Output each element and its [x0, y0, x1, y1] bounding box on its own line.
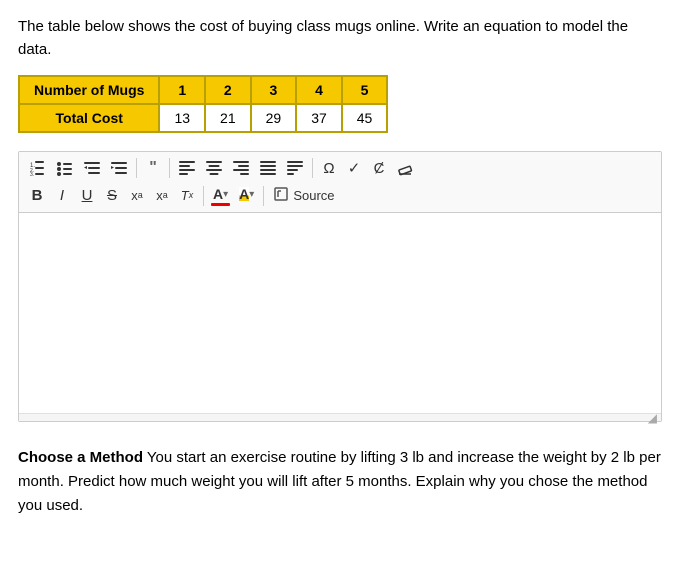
strikethrough-button[interactable]: S [100, 184, 124, 208]
underline-button[interactable]: U [75, 184, 99, 208]
align-right-button[interactable] [228, 156, 254, 180]
align-left-button[interactable] [174, 156, 200, 180]
sep-5 [263, 186, 264, 206]
source-icon [273, 186, 289, 205]
background-color-button[interactable]: A ▾ [234, 184, 259, 208]
justify-button[interactable] [255, 156, 281, 180]
data-table: Number of Mugs 1 2 3 4 5 Total Cost 13 2… [18, 75, 388, 133]
editor-content-area[interactable] [19, 213, 661, 413]
checkmark-button[interactable]: ✓ [342, 156, 366, 180]
editor-resize-handle[interactable]: ◢ [19, 413, 661, 421]
col-val-4: 4 [296, 76, 342, 104]
col-val-3: 3 [251, 76, 297, 104]
cost-val-5: 45 [342, 104, 388, 132]
cost-val-3: 29 [251, 104, 297, 132]
toolbar: 1. 2. 3. [19, 152, 661, 213]
align-extra-button[interactable] [282, 156, 308, 180]
rich-text-editor: 1. 2. 3. [18, 151, 662, 422]
eraser-button[interactable] [392, 156, 418, 180]
remove-format-button[interactable]: Tx [175, 184, 199, 208]
cost-val-1: 13 [159, 104, 205, 132]
bottom-label: Choose a Method [18, 449, 143, 466]
col-header-mugs: Number of Mugs [19, 76, 159, 104]
sep-4 [203, 186, 204, 206]
sep-3 [312, 158, 313, 178]
special-char-button[interactable]: Ω [317, 156, 341, 180]
indent-increase-button[interactable] [106, 156, 132, 180]
source-button[interactable]: Source [268, 183, 339, 208]
source-label: Source [293, 188, 334, 203]
unordered-list-button[interactable] [52, 156, 78, 180]
toolbar-row-1: 1. 2. 3. [25, 156, 655, 180]
align-center-button[interactable] [201, 156, 227, 180]
copyright-button[interactable]: Ȼ [367, 156, 391, 180]
bottom-paragraph: Choose a Method You start an exercise ro… [18, 446, 662, 518]
subscript-button[interactable]: xa [125, 184, 149, 208]
sep-2 [169, 158, 170, 178]
cost-val-4: 37 [296, 104, 342, 132]
superscript-button[interactable]: xa [150, 184, 174, 208]
blockquote-button[interactable]: " [141, 156, 165, 180]
bold-button[interactable]: B [25, 184, 49, 208]
resize-icon: ◢ [648, 411, 657, 425]
ordered-list-button[interactable]: 1. 2. 3. [25, 156, 51, 180]
intro-text: The table below shows the cost of buying… [18, 16, 662, 61]
col-val-1: 1 [159, 76, 205, 104]
col-val-5: 5 [342, 76, 388, 104]
bottom-section: Choose a Method You start an exercise ro… [18, 446, 662, 518]
font-color-button[interactable]: A ▾ [208, 184, 233, 208]
indent-decrease-button[interactable] [79, 156, 105, 180]
sep-1 [136, 158, 137, 178]
svg-text:3.: 3. [30, 172, 34, 176]
italic-button[interactable]: I [50, 184, 74, 208]
col-header-cost: Total Cost [19, 104, 159, 132]
cost-val-2: 21 [205, 104, 251, 132]
toolbar-row-2: B I U S xa xa Tx A ▾ A ▾ [25, 183, 655, 208]
col-val-2: 2 [205, 76, 251, 104]
